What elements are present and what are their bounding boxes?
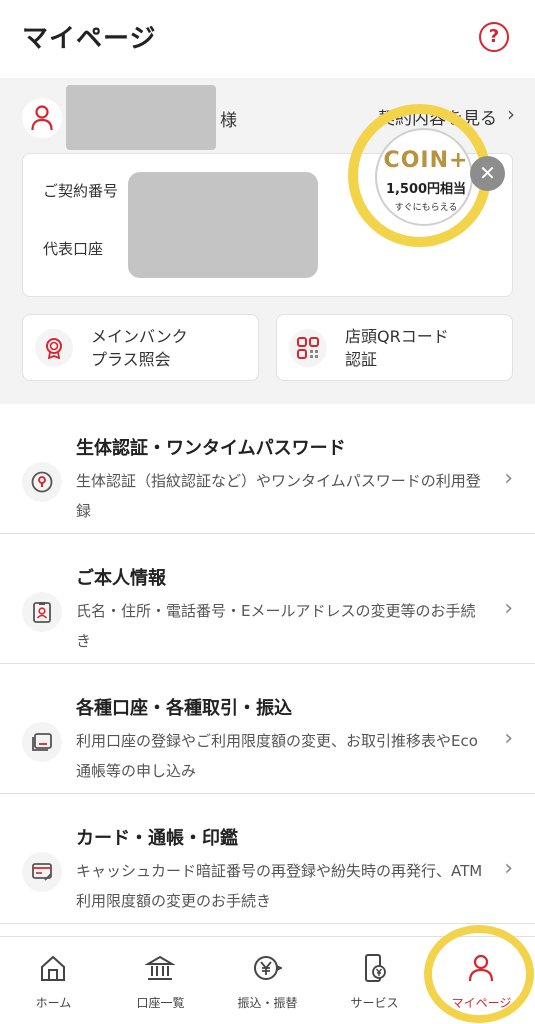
close-icon[interactable]: ✕	[470, 156, 505, 191]
lock-icon	[22, 462, 62, 502]
menu-desc: 生体認証（指紋認証など）やワンタイムパスワードの利用登録	[76, 472, 481, 520]
bank-icon	[145, 955, 175, 980]
menu-title: カード・通帳・印鑑	[76, 828, 238, 849]
chevron-right-icon: ›	[504, 726, 513, 751]
chevron-right-icon: ›	[504, 856, 513, 881]
menu-title: ご本人情報	[76, 568, 166, 589]
coin-plus-amount: 1,500円相当	[385, 182, 467, 197]
nav-accounts[interactable]: 口座一覧	[107, 937, 214, 1024]
passbook-icon	[22, 722, 62, 762]
menu-title: 各種口座・各種取引・振込	[76, 698, 292, 719]
highlight-ring	[424, 925, 534, 1023]
menu-item-accounts-transactions[interactable]: 各種口座・各種取引・振込 利用口座の登録やご利用限度額の変更、お取引推移表やEc…	[0, 664, 535, 794]
chevron-right-icon[interactable]: ›	[507, 102, 515, 126]
help-icon[interactable]: ?	[479, 22, 509, 52]
coin-plus-logo: COIN+	[383, 148, 469, 173]
avatar	[22, 98, 62, 138]
nav-label: 振込・振替	[237, 996, 298, 1010]
menu-item-biometric[interactable]: 生体認証・ワンタイムパスワード 生体認証（指紋認証など）やワンタイムパスワードの…	[0, 404, 535, 534]
nav-label: ホーム	[35, 996, 72, 1010]
account-number-label: ご契約番号	[43, 182, 119, 200]
honorific: 様	[220, 111, 237, 131]
card-icon	[22, 852, 62, 892]
nav-label: サービス	[350, 996, 399, 1010]
phone-yen-icon	[365, 954, 386, 982]
coin-plus-inner: COIN+ 1,500円相当 すぐにもらえる	[375, 128, 473, 226]
nav-transfer[interactable]: 振込・振替	[214, 937, 321, 1024]
account-info-redacted	[128, 172, 318, 278]
menu-item-personal-info[interactable]: ご本人情報 氏名・住所・電話番号・Eメールアドレスの変更等のお手続き ›	[0, 534, 535, 664]
representative-account-label: 代表口座	[43, 240, 104, 258]
header: マイページ ?	[0, 0, 535, 78]
user-name-redacted	[66, 85, 216, 150]
nav-label: 口座一覧	[136, 996, 185, 1010]
store-qr-auth-button[interactable]: 店頭QRコード 認証	[276, 314, 513, 381]
main-bank-plus-label: メインバンク プラス照会	[91, 327, 188, 369]
main-bank-plus-button[interactable]: メインバンク プラス照会	[22, 314, 259, 381]
menu-desc: キャッシュカード暗証番号の再登録や紛失時の再発行、ATM利用限度額の変更のお手続…	[76, 862, 483, 910]
menu-desc: 氏名・住所・電話番号・Eメールアドレスの変更等のお手続き	[76, 602, 476, 650]
nav-home[interactable]: ホーム	[0, 937, 107, 1024]
menu-desc: 利用口座の登録やご利用限度額の変更、お取引推移表やEco通帳等の申し込み	[76, 732, 478, 780]
chevron-right-icon: ›	[504, 466, 513, 491]
yen-transfer-icon	[254, 956, 282, 980]
qr-code-icon	[289, 329, 327, 367]
menu-title: 生体認証・ワンタイムパスワード	[76, 438, 346, 459]
nav-services[interactable]: サービス	[321, 937, 428, 1024]
home-icon	[41, 955, 65, 981]
id-badge-icon	[22, 592, 62, 632]
person-icon	[31, 105, 53, 131]
chevron-right-icon: ›	[504, 596, 513, 621]
store-qr-auth-label: 店頭QRコード 認証	[345, 327, 449, 369]
page-title: マイページ	[22, 24, 157, 54]
coin-plus-subtext: すぐにもらえる	[394, 203, 458, 213]
ribbon-badge-icon	[35, 329, 73, 367]
menu-item-card-passbook-seal[interactable]: カード・通帳・印鑑 キャッシュカード暗証番号の再登録や紛失時の再発行、ATM利用…	[0, 794, 535, 924]
